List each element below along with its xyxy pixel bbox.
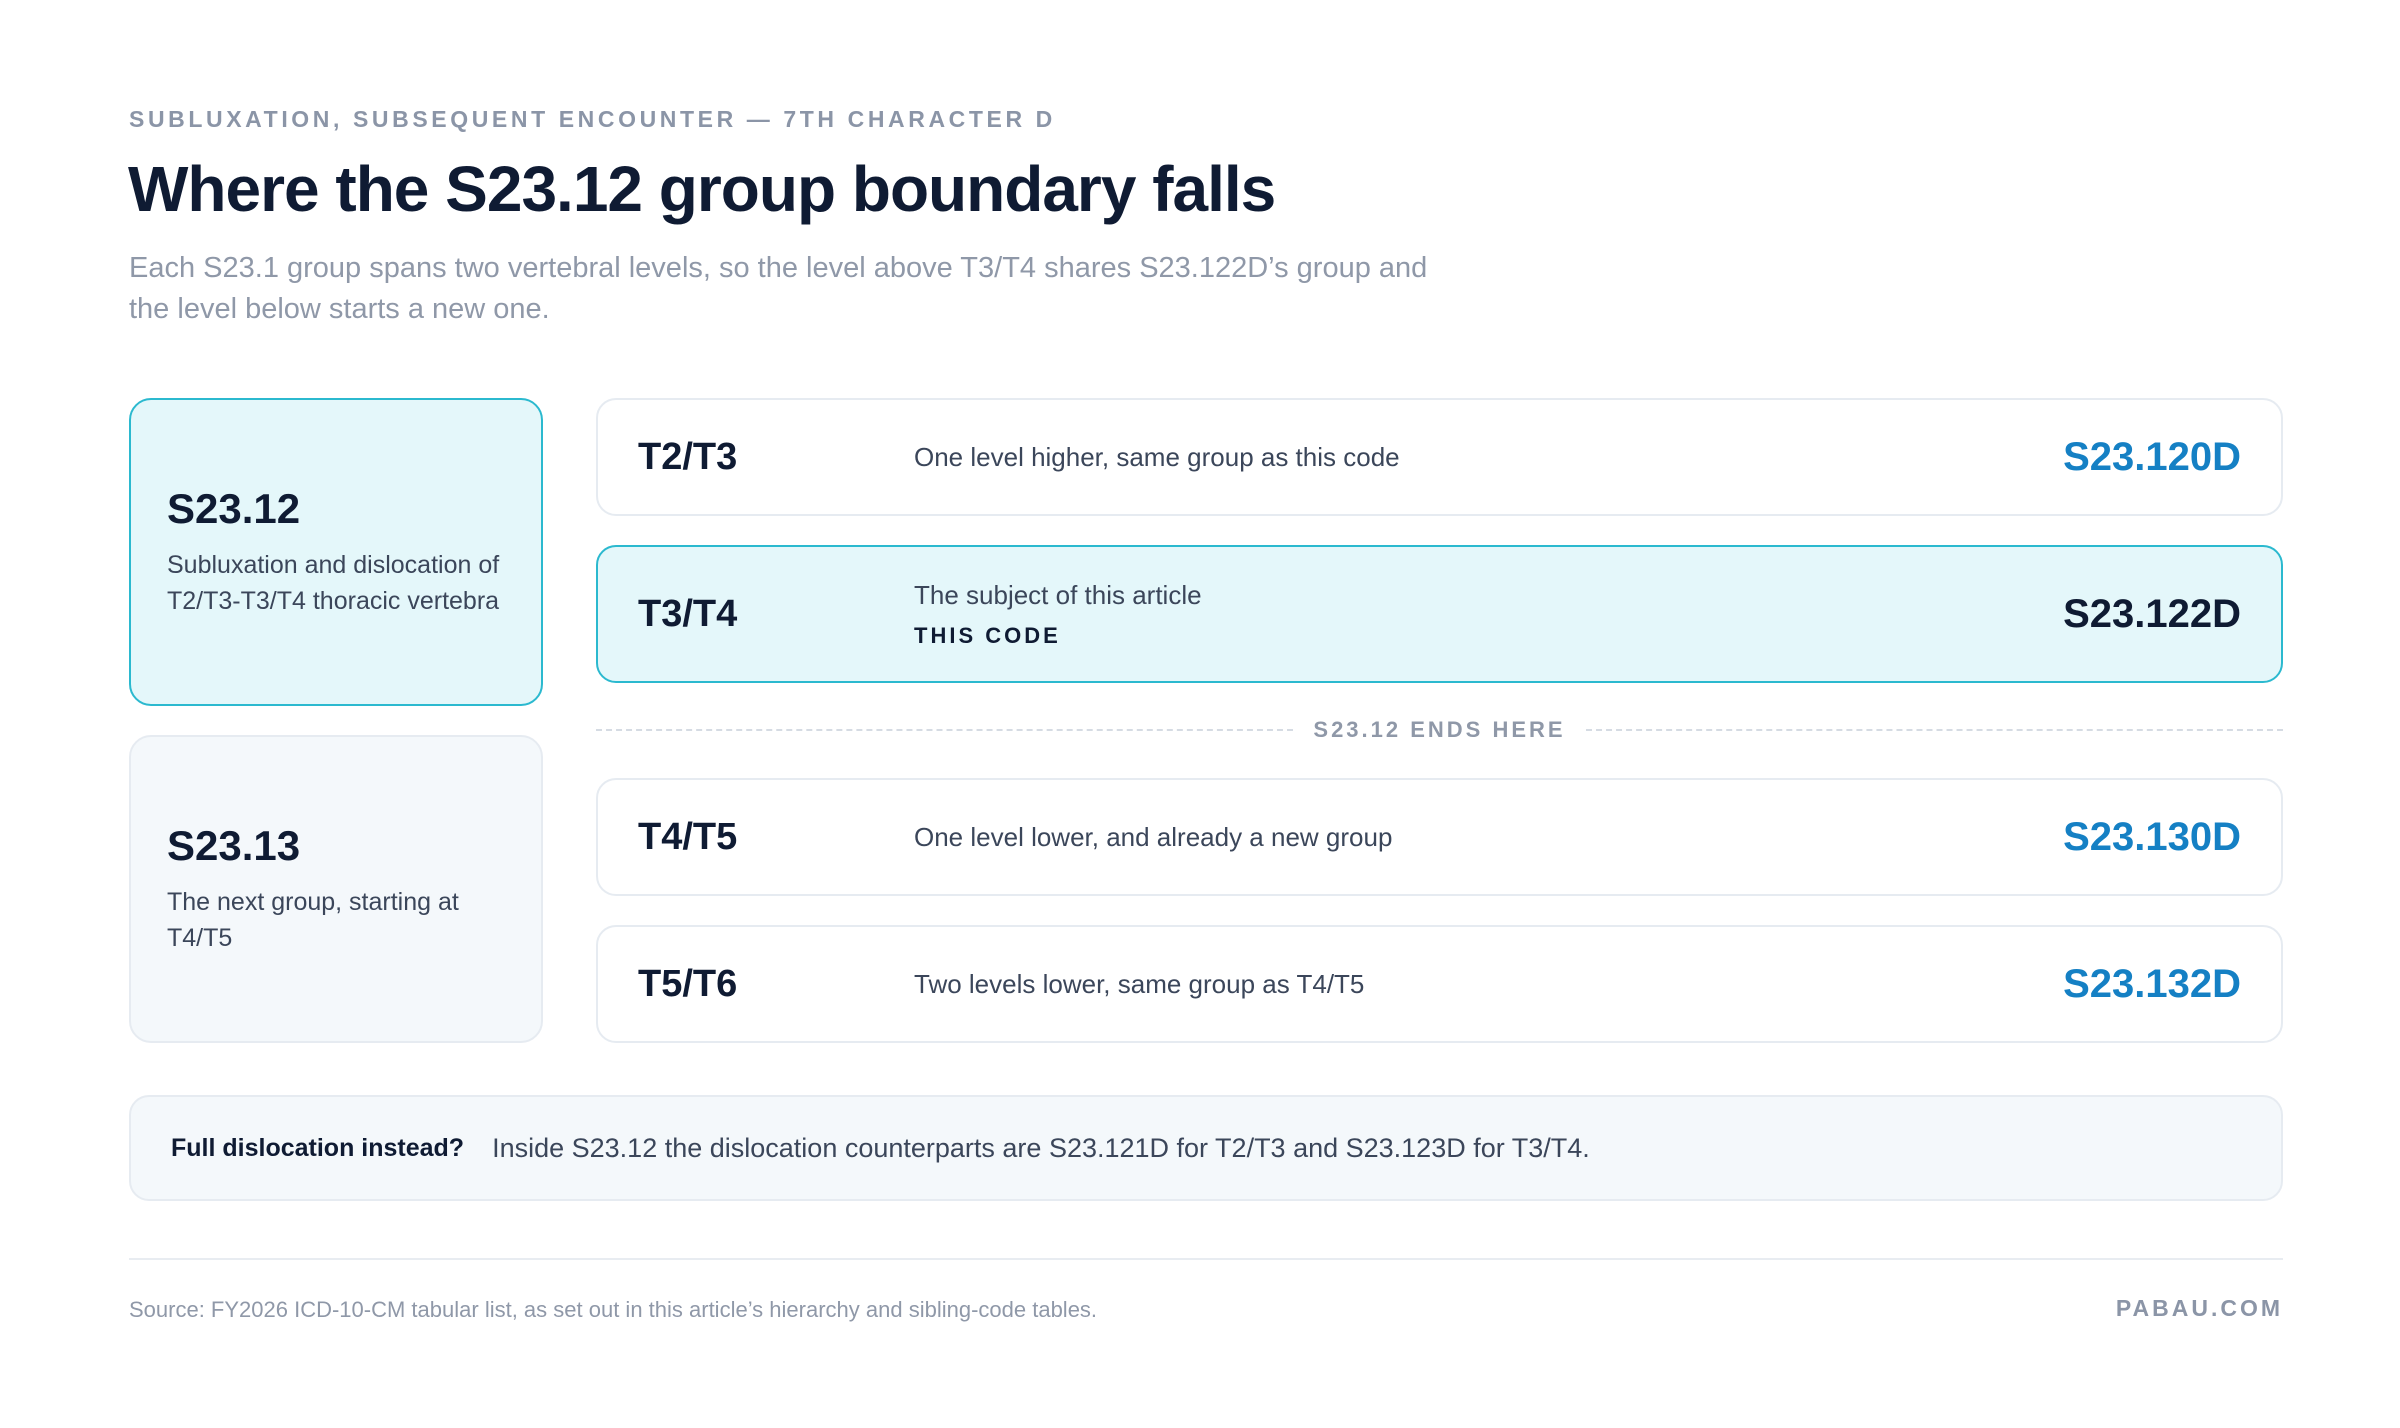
level-row-t3-t4: T3/T4 The subject of this article THIS C… (596, 545, 2283, 683)
level-row-t4-t5: T4/T5 One level lower, and already a new… (596, 778, 2283, 896)
eyebrow: SUBLUXATION, SUBSEQUENT ENCOUNTER — 7TH … (129, 106, 1056, 132)
row-code: S23.130D (2063, 814, 2241, 859)
group-code: S23.12 (167, 485, 301, 532)
page-title: Where the S23.12 group boundary falls (128, 153, 1276, 225)
group-description: Subluxation and dislocation of T2/T3-T3/… (167, 551, 500, 615)
row-description: Two levels lower, same group as T4/T5 (914, 968, 1365, 999)
this-code-badge: THIS CODE (914, 622, 1061, 648)
group-end-divider: S23.12 ENDS HERE (596, 715, 2283, 745)
row-code: S23.132D (2063, 961, 2241, 1006)
level-row-t5-t6: T5/T6 Two levels lower, same group as T4… (596, 925, 2283, 1043)
divider-line-right (1586, 729, 2283, 731)
dislocation-note: Full dislocation instead? Inside S23.12 … (129, 1095, 2283, 1201)
row-level: T4/T5 (638, 815, 738, 858)
group-card-s23-13: S23.13 The next group, starting at T4/T5 (129, 735, 543, 1043)
row-level: T2/T3 (638, 435, 738, 478)
row-level: T3/T4 (638, 592, 738, 635)
footer-rule (129, 1258, 2283, 1260)
row-code: S23.120D (2063, 434, 2241, 479)
group-code: S23.13 (167, 822, 301, 869)
page-subtitle: Each S23.1 group spans two vertebral lev… (129, 252, 1428, 325)
level-row-t2-t3: T2/T3 One level higher, same group as th… (596, 398, 2283, 516)
group-description: The next group, starting at T4/T5 (167, 888, 459, 952)
source-note: Source: FY2026 ICD-10-CM tabular list, a… (129, 1297, 1098, 1322)
row-description-block: The subject of this article THIS CODE (914, 580, 2063, 649)
row-level: T5/T6 (638, 962, 738, 1005)
row-description: One level higher, same group as this cod… (914, 441, 1400, 472)
brand-mark: PABAU.COM (2115, 1295, 2283, 1321)
group-card-s23-12: S23.12 Subluxation and dislocation of T2… (129, 398, 543, 706)
note-text: Inside S23.12 the dislocation counterpar… (492, 1132, 1590, 1163)
row-code: S23.122D (2063, 591, 2241, 636)
note-label: Full dislocation instead? (171, 1133, 465, 1162)
row-description: The subject of this article (914, 579, 1202, 610)
row-description: One level lower, and already a new group (914, 821, 1393, 852)
